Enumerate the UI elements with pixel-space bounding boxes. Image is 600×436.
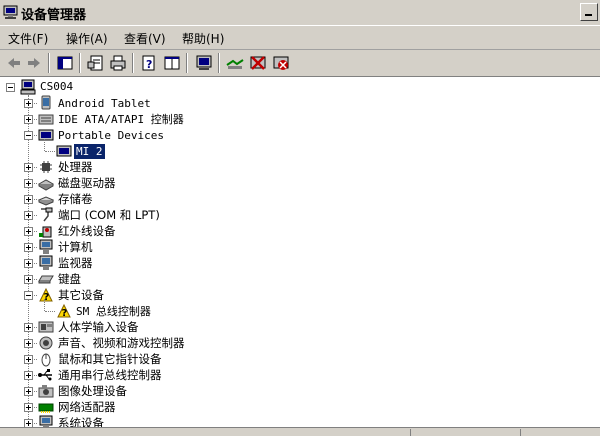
menu-help[interactable]: 帮助(H) [182, 30, 224, 47]
root-collapse-toggle[interactable] [6, 83, 15, 92]
unknown-device-icon: ? [38, 287, 54, 303]
hid-icon [38, 319, 54, 335]
svg-text:?: ? [62, 308, 68, 319]
tree-item-label[interactable]: 红外线设备 [56, 224, 118, 239]
tree-item-label[interactable]: 存储卷 [56, 192, 95, 207]
tree-root-label[interactable]: CS004 [38, 79, 75, 94]
tree-item-label[interactable]: 端口 (COM 和 LPT) [56, 208, 162, 223]
svg-text:?: ? [146, 58, 152, 71]
collapse-toggle[interactable] [24, 291, 33, 300]
expand-toggle[interactable] [24, 339, 33, 348]
disk-drive-icon [37, 175, 55, 191]
tree-item-label[interactable]: 图像处理设备 [56, 384, 129, 399]
tree-branch-line [44, 139, 45, 151]
expand-toggle[interactable] [24, 259, 33, 268]
device-manager-icon [3, 5, 19, 19]
update-driver-icon[interactable] [225, 53, 245, 73]
tree-item-label[interactable]: 其它设备 [56, 288, 106, 303]
tree-item-label[interactable]: 磁盘驱动器 [56, 176, 118, 191]
tree-item-label[interactable]: 鼠标和其它指针设备 [56, 352, 164, 367]
expand-toggle[interactable] [24, 403, 33, 412]
portable-device-icon [38, 127, 54, 143]
expand-toggle[interactable] [24, 419, 33, 427]
tree-item-label[interactable]: Android Tablet [56, 96, 153, 111]
tree-item-label[interactable]: SM 总线控制器 [74, 304, 153, 319]
expand-toggle[interactable] [24, 387, 33, 396]
menu-file[interactable]: 文件(F) [8, 30, 48, 47]
print-icon[interactable] [108, 53, 128, 73]
tree-branch-line [44, 299, 45, 311]
tree-item-label[interactable]: 处理器 [56, 160, 95, 175]
expand-toggle[interactable] [24, 179, 33, 188]
monitor-icon [38, 255, 54, 271]
window-title: 设备管理器 [21, 8, 87, 23]
expand-toggle[interactable] [24, 243, 33, 252]
title-bar[interactable]: 设备管理器 [0, 0, 600, 26]
ide-controller-icon [38, 111, 54, 127]
system-device-icon [38, 415, 54, 427]
menu-bar: 文件(F) 操作(A) 查看(V) 帮助(H) [0, 26, 600, 50]
forward-arrow-icon[interactable] [24, 53, 44, 73]
expand-toggle[interactable] [24, 323, 33, 332]
port-icon [38, 207, 54, 223]
tree-item-label[interactable]: MI 2 [73, 143, 106, 160]
expand-toggle[interactable] [24, 99, 33, 108]
expand-toggle[interactable] [24, 211, 33, 220]
expand-toggle[interactable] [24, 163, 33, 172]
toolbar-separator [79, 53, 81, 73]
expand-toggle[interactable] [24, 355, 33, 364]
help-icon[interactable]: ? [139, 53, 159, 73]
toolbar-separator [132, 53, 134, 73]
network-adapter-icon [38, 399, 54, 415]
portable-device-icon [56, 143, 72, 159]
disable-device-icon[interactable] [248, 53, 268, 73]
device-tree[interactable]: CS004 Android Tablet IDE ATA/ATAPI 控制器 Por… [0, 77, 600, 427]
expand-toggle[interactable] [24, 275, 33, 284]
scan-hardware-icon[interactable] [194, 53, 214, 73]
menu-action[interactable]: 操作(A) [66, 30, 108, 47]
unknown-device-icon: ? [56, 303, 72, 319]
expand-toggle[interactable] [24, 227, 33, 236]
computer-icon [20, 79, 36, 95]
toolbar-separator [218, 53, 220, 73]
tree-branch-line [45, 151, 55, 152]
show-hide-tree-icon[interactable] [55, 53, 75, 73]
expand-toggle[interactable] [24, 371, 33, 380]
tree-item-label[interactable]: Portable Devices [56, 128, 166, 143]
usb-icon [38, 367, 54, 383]
tree-item-label[interactable]: 系统设备 [56, 416, 106, 427]
uninstall-device-icon[interactable] [271, 53, 291, 73]
toolbar-separator [186, 53, 188, 73]
menu-view[interactable]: 查看(V) [124, 30, 166, 47]
android-device-icon [38, 95, 54, 111]
back-arrow-icon[interactable] [4, 53, 24, 73]
export-list-icon[interactable] [162, 53, 182, 73]
tree-item-label[interactable]: 网络适配器 [56, 400, 118, 415]
tree-item-label[interactable]: 监视器 [56, 256, 95, 271]
storage-volume-icon [37, 191, 55, 207]
tree-item-label[interactable]: 计算机 [56, 240, 95, 255]
mouse-icon [38, 351, 54, 367]
toolbar-separator [48, 53, 50, 73]
sound-icon [38, 335, 54, 351]
tree-item-label[interactable]: 通用串行总线控制器 [56, 368, 164, 383]
imaging-device-icon [38, 383, 54, 399]
tree-item-label[interactable]: 声音、视频和游戏控制器 [56, 336, 187, 351]
tree-branch-line [45, 311, 55, 312]
minimize-button[interactable] [580, 3, 598, 21]
tree-item-label[interactable]: IDE ATA/ATAPI 控制器 [56, 112, 186, 127]
collapse-toggle[interactable] [24, 131, 33, 140]
properties-icon[interactable] [86, 53, 106, 73]
computer-icon [38, 239, 54, 255]
expand-toggle[interactable] [24, 195, 33, 204]
expand-toggle[interactable] [24, 115, 33, 124]
toolbar: ? [0, 50, 600, 77]
tree-item-label[interactable]: 人体学输入设备 [56, 320, 141, 335]
processor-icon [38, 159, 54, 175]
infrared-icon [38, 223, 54, 239]
keyboard-icon [38, 271, 54, 287]
tree-item-label[interactable]: 键盘 [56, 272, 83, 287]
